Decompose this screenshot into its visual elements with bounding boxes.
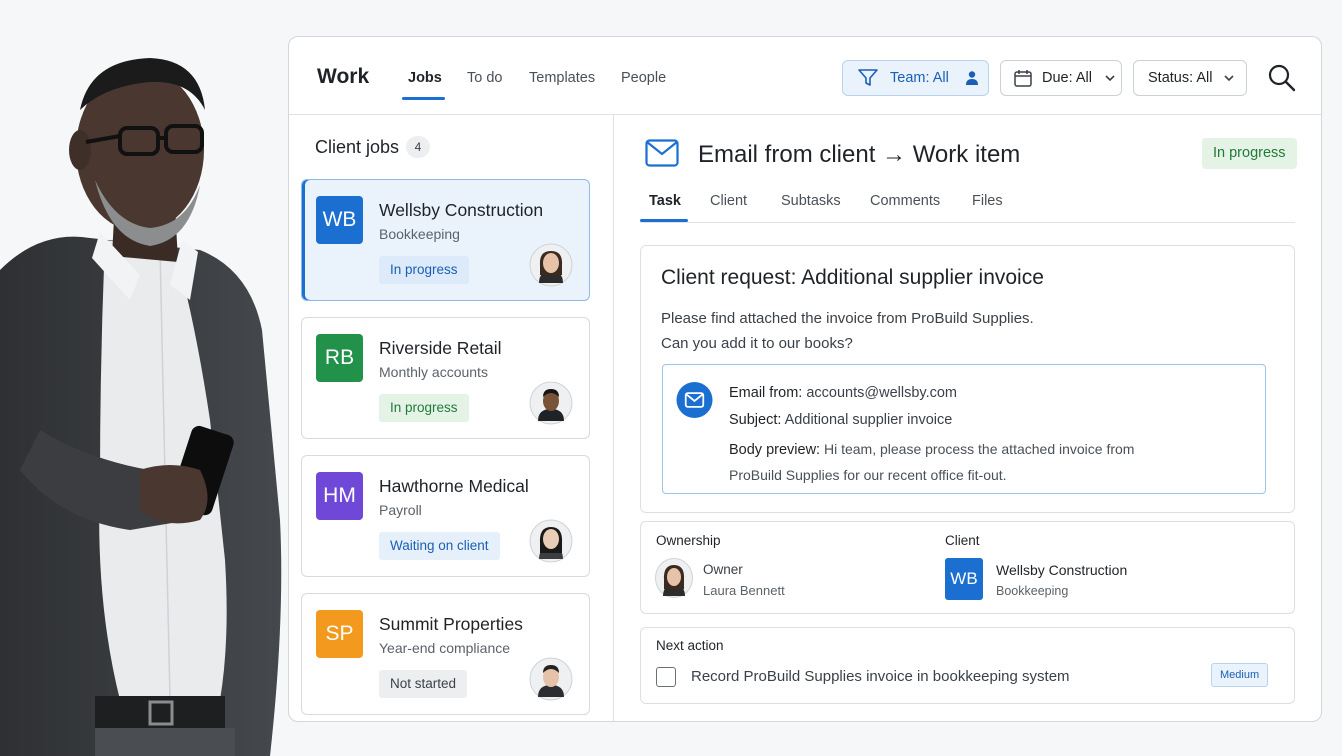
owner-role: Owner [703, 562, 743, 577]
job-status-badge: Not started [379, 670, 468, 698]
client-initials-avatar: WB [945, 558, 983, 600]
tab-comments[interactable]: Comments [870, 193, 940, 209]
due-filter-button[interactable]: Due: All [1000, 60, 1122, 96]
person-illustration [0, 58, 282, 756]
client-request-panel: Client request: Additional supplier invo… [640, 245, 1295, 513]
email-from-row: Email from: accounts@wellsby.com [729, 385, 957, 401]
nav-active-indicator [402, 97, 445, 100]
job-name: Summit Properties [379, 614, 523, 634]
tab-divider [640, 222, 1295, 223]
request-title: Client request: Additional supplier invo… [661, 266, 1044, 289]
email-from-label: Email from: [729, 385, 803, 401]
ownership-client-panel: Ownership Owner Laura Bennett Client WB … [640, 521, 1295, 614]
next-action-text: Record ProBuild Supplies invoice in book… [691, 668, 1070, 685]
chevron-down-icon [1224, 75, 1235, 82]
work-item-title: Email from client → Work item [698, 141, 1021, 168]
assignee-avatar [529, 243, 573, 287]
job-initials-avatar: HM [316, 472, 363, 520]
email-body-preview-row: Body preview: Hi team, please process th… [729, 437, 1169, 488]
chevron-down-icon [1105, 75, 1115, 82]
email-subject-label: Subject: [729, 412, 782, 428]
request-body-line: Please find attached the invoice from Pr… [661, 310, 1034, 327]
ownership-label: Ownership [656, 533, 721, 548]
email-preview-label: Body preview: [729, 442, 821, 458]
job-name: Hawthorne Medical [379, 476, 529, 496]
search-icon[interactable] [1267, 63, 1297, 93]
client-jobs-title: Client jobs [315, 137, 400, 157]
tab-client[interactable]: Client [710, 193, 747, 209]
client-name[interactable]: Wellsby Construction [996, 562, 1127, 578]
request-body-line: Can you add it to our books? [661, 335, 853, 352]
job-initials-avatar: SP [316, 610, 363, 658]
job-card[interactable]: HM Hawthorne Medical Payroll Waiting on … [301, 455, 590, 577]
assignee-avatar [529, 657, 573, 701]
client-label: Client [945, 533, 980, 548]
job-initials-avatar: WB [316, 196, 363, 244]
email-from-value: accounts@wellsby.com [806, 385, 958, 401]
nav-tab-templates[interactable]: Templates [529, 70, 595, 86]
tab-subtasks[interactable]: Subtasks [781, 193, 841, 209]
nav-tab-people[interactable]: People [621, 70, 666, 86]
assignee-avatar [529, 381, 573, 425]
envelope-icon [676, 381, 713, 419]
job-status-badge: Waiting on client [379, 532, 500, 560]
tab-task[interactable]: Task [649, 193, 681, 209]
work-item-detail: Email from client → Work item In progres… [615, 115, 1321, 721]
owner-name: Laura Bennett [703, 583, 785, 598]
job-initials-avatar: RB [316, 334, 363, 382]
person-icon [965, 71, 978, 85]
job-type: Payroll [379, 502, 422, 518]
due-filter-label: Due: All [1042, 70, 1092, 86]
client-jobs-count-badge: 4 [406, 136, 430, 158]
team-filter-label: Team: All [890, 70, 949, 86]
mail-icon [645, 139, 679, 167]
client-type: Bookkeeping [996, 584, 1069, 598]
job-card[interactable]: WB Wellsby Construction Bookkeeping In p… [301, 179, 590, 301]
job-type: Year-end compliance [379, 640, 511, 656]
filter-icon [858, 69, 878, 86]
job-name: Riverside Retail [379, 338, 502, 358]
email-subject-value: Additional supplier invoice [784, 412, 953, 428]
owner-avatar [655, 558, 693, 598]
calendar-icon [1014, 70, 1032, 87]
job-type: Bookkeeping [379, 226, 460, 242]
job-type: Monthly accounts [379, 364, 488, 380]
next-action-panel: Next action Record ProBuild Supplies inv… [640, 627, 1295, 704]
work-item-status-badge: In progress [1202, 138, 1297, 169]
app-brand: Work [317, 65, 370, 88]
email-preview-card[interactable]: Email from: accounts@wellsby.com Subject… [662, 364, 1266, 494]
tab-files[interactable]: Files [972, 193, 1003, 209]
email-subject-row: Subject: Additional supplier invoice [729, 412, 952, 428]
job-status-badge: In progress [379, 394, 469, 422]
team-filter-button[interactable]: Team: All [842, 60, 989, 96]
app-window: Work Jobs To do Templates People Team: A… [288, 36, 1322, 722]
top-bar: Work Jobs To do Templates People Team: A… [289, 37, 1321, 115]
next-action-checkbox[interactable] [656, 667, 676, 687]
assignee-avatar [529, 519, 573, 563]
request-body: Please find attached the invoice from Pr… [661, 306, 1034, 356]
nav-tab-todo[interactable]: To do [467, 70, 502, 86]
job-card[interactable]: SP Summit Properties Year-end compliance… [301, 593, 590, 715]
tab-active-indicator [640, 219, 688, 222]
priority-badge: Medium [1211, 663, 1269, 687]
client-jobs-column: Client jobs 4 WB Wellsby Construction Bo… [289, 115, 614, 721]
job-card[interactable]: RB Riverside Retail Monthly accounts In … [301, 317, 590, 439]
status-filter-button[interactable]: Status: All [1133, 60, 1247, 96]
job-name: Wellsby Construction [379, 200, 544, 220]
status-filter-label: Status: All [1148, 70, 1213, 86]
nav-tab-jobs[interactable]: Jobs [408, 70, 442, 86]
job-status-badge: In progress [379, 256, 469, 284]
next-action-label: Next action [656, 638, 724, 653]
